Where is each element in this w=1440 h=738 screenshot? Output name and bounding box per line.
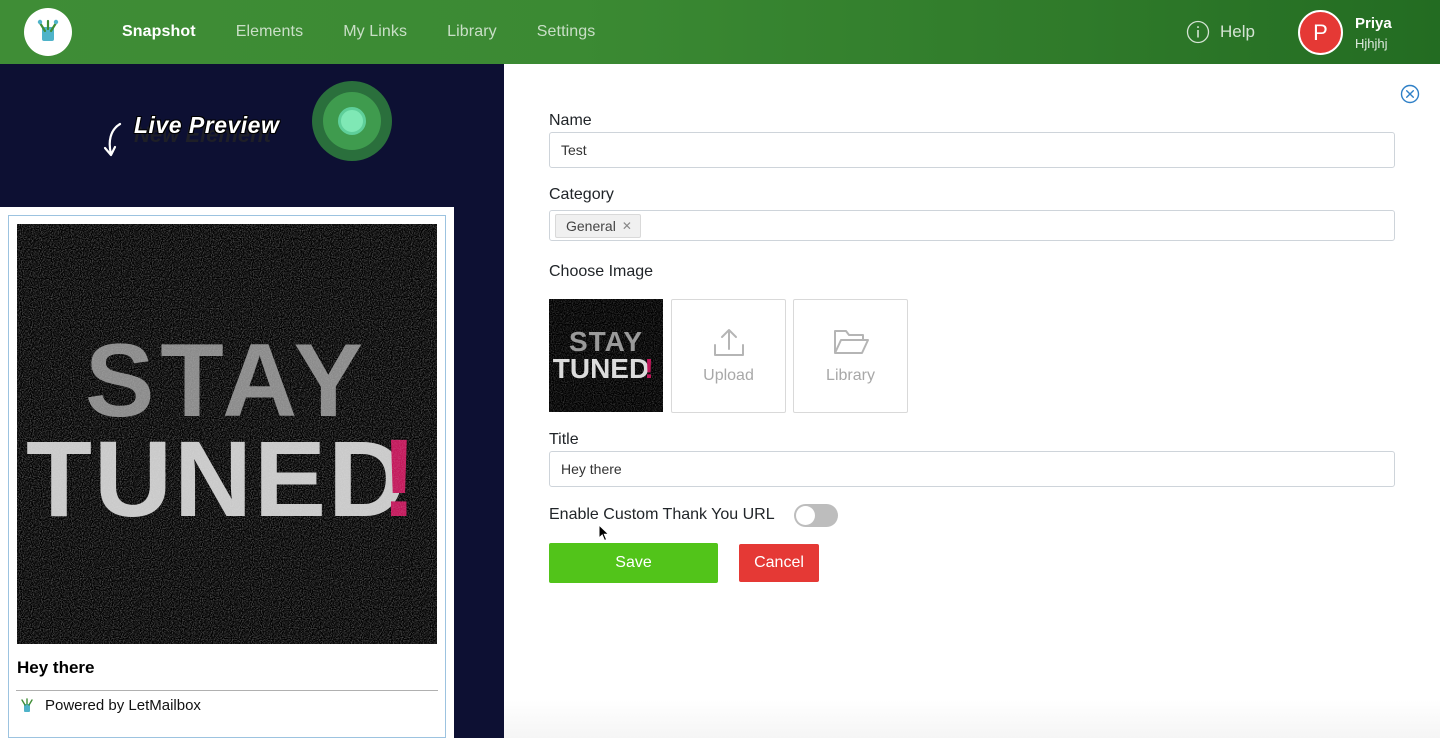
mouse-pointer-icon — [598, 524, 610, 542]
preview-card: STAY TUNED ! Hey there Powered by LetMai… — [0, 207, 454, 738]
user-avatar[interactable]: P — [1298, 10, 1343, 55]
thumb-text-line2: TUNED — [553, 353, 649, 384]
nav-links: Snapshot Elements My Links Library Setti… — [122, 0, 635, 64]
upload-label: Upload — [703, 367, 754, 384]
folder-open-icon — [833, 330, 869, 354]
help-link[interactable]: Help — [1186, 20, 1255, 44]
nav-elements[interactable]: Elements — [236, 23, 304, 41]
toggle-knob — [796, 506, 815, 525]
live-preview-heading: New Element Live Preview — [100, 94, 320, 164]
custom-url-toggle-label: Enable Custom Thank You URL — [549, 506, 775, 523]
category-tag-label: General — [566, 217, 616, 234]
selected-image-thumbnail[interactable]: STAY TUNED ! — [549, 299, 663, 412]
title-input[interactable]: Hey there — [549, 451, 1395, 487]
preview-image: STAY TUNED ! — [17, 224, 437, 644]
letmailbox-logo-icon — [21, 697, 33, 712]
thumb-text-exclaim: ! — [644, 353, 653, 384]
powered-by[interactable]: Powered by LetMailbox — [19, 697, 201, 714]
name-input[interactable]: Test — [549, 132, 1395, 168]
library-image-button[interactable]: Library — [793, 299, 908, 413]
stay-tuned-image: STAY TUNED ! — [17, 224, 437, 644]
library-label: Library — [826, 367, 875, 384]
name-label: Name — [549, 112, 592, 129]
remove-tag-icon[interactable]: ✕ — [622, 219, 632, 233]
nav-my-links[interactable]: My Links — [343, 23, 407, 41]
bottom-fade — [504, 700, 1440, 738]
top-navbar: Snapshot Elements My Links Library Setti… — [0, 0, 1440, 64]
nav-snapshot[interactable]: Snapshot — [122, 23, 196, 41]
curved-arrow-icon — [103, 122, 122, 157]
preview-title: Hey there — [17, 658, 95, 677]
save-button[interactable]: Save — [549, 543, 718, 583]
cancel-button[interactable]: Cancel — [739, 544, 819, 582]
nav-settings[interactable]: Settings — [537, 23, 596, 41]
logo-icon — [32, 16, 64, 48]
category-tag: General ✕ — [555, 213, 641, 238]
choose-image-label: Choose Image — [549, 263, 654, 280]
help-label: Help — [1220, 22, 1255, 41]
info-icon — [1186, 20, 1210, 44]
preview-frame: STAY TUNED ! Hey there Powered by LetMai… — [8, 215, 446, 738]
divider — [16, 690, 438, 691]
stay-tuned-thumb: STAY TUNED ! — [549, 299, 663, 412]
live-preview-label: Live Preview — [134, 112, 280, 138]
name-input-value: Test — [561, 142, 587, 158]
category-select[interactable]: General ✕ — [549, 210, 1395, 241]
app-logo[interactable] — [24, 8, 72, 56]
powered-by-label: Powered by LetMailbox — [45, 697, 201, 714]
title-label: Title — [549, 431, 579, 448]
user-name: Priya — [1355, 15, 1392, 32]
close-icon[interactable] — [1400, 84, 1420, 104]
upload-icon — [713, 329, 744, 356]
category-label: Category — [549, 186, 614, 203]
upload-image-button[interactable]: Upload — [671, 299, 786, 413]
nav-library[interactable]: Library — [447, 23, 497, 41]
element-form: Name Test Category General ✕ Choose Imag… — [504, 64, 1440, 738]
title-input-value: Hey there — [561, 461, 622, 477]
custom-url-toggle[interactable] — [794, 504, 838, 527]
user-subtitle: Hjhjhj — [1355, 36, 1388, 51]
preview-panel: New Element Live Preview STAY TUNED ! He… — [0, 64, 504, 738]
live-indicator — [312, 81, 392, 161]
